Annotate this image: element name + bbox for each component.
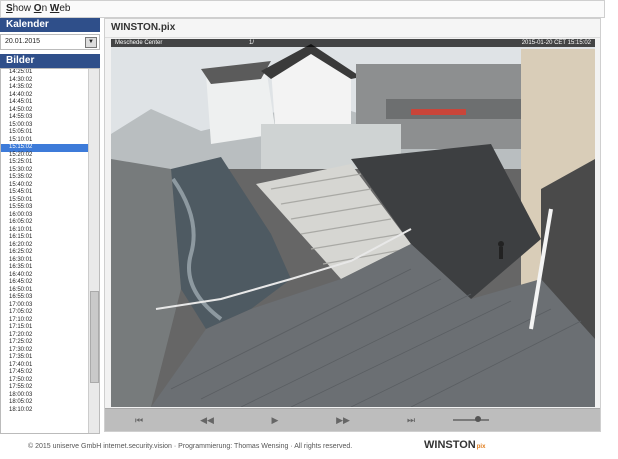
camera-timestamp: 2015-01-20 CET 15:15:02 <box>521 40 591 46</box>
time-list-item[interactable]: 15:40:02 <box>1 182 89 190</box>
time-list-item[interactable]: 14:55:03 <box>1 114 89 122</box>
app-title-bar: Show On Web <box>0 0 605 18</box>
time-list-item[interactable]: 14:35:02 <box>1 84 89 92</box>
brand-text-3: eb <box>59 3 71 14</box>
brand-text-2: n <box>41 3 50 14</box>
first-button[interactable]: ⏮ <box>129 413 149 427</box>
camera-overlay-bar: Meschede Center 1/ 2015-01-20 CET 15:15:… <box>111 39 595 47</box>
time-list-item[interactable]: 15:25:01 <box>1 159 89 167</box>
time-list-item[interactable]: 17:15:01 <box>1 324 89 332</box>
time-list-item[interactable]: 15:15:02 <box>1 144 89 152</box>
time-list-item[interactable]: 16:20:02 <box>1 242 89 250</box>
time-list-item[interactable]: 17:20:02 <box>1 332 89 340</box>
list-scrollbar[interactable] <box>88 69 99 433</box>
image-time-list[interactable]: 14:25:01 14:30:02 14:35:02 14:40:02 14:45:01… <box>0 68 100 434</box>
footer-copyright: © 2015 uniserve GmbH internet.security.v… <box>28 443 353 450</box>
time-list-item[interactable]: 14:30:02 <box>1 77 89 85</box>
viewer-panel: WINSTON.pix Meschede Center 1/ 2015-01-2… <box>104 18 601 432</box>
scrollbar-thumb[interactable] <box>90 291 99 383</box>
time-list-item[interactable]: 17:30:02 <box>1 347 89 355</box>
time-list-item[interactable]: 16:55:03 <box>1 294 89 302</box>
brand-initial-o: O <box>33 3 42 14</box>
time-list-item[interactable]: 16:15:01 <box>1 234 89 242</box>
time-list-item[interactable]: 15:35:02 <box>1 174 89 182</box>
time-list-item[interactable]: 18:05:02 <box>1 399 89 407</box>
time-list-item[interactable]: 16:45:02 <box>1 279 89 287</box>
time-list-item[interactable]: 16:40:02 <box>1 272 89 280</box>
logo-text: WINSTON <box>424 439 476 451</box>
time-list-item[interactable]: 16:05:02 <box>1 219 89 227</box>
time-list-item[interactable]: 17:45:02 <box>1 369 89 377</box>
speed-slider-track[interactable] <box>453 419 489 421</box>
winston-logo: WINSTONpix <box>424 439 485 451</box>
time-list-item[interactable]: 15:55:03 <box>1 204 89 212</box>
camera-index: 1/ <box>249 40 255 46</box>
time-list-item[interactable]: 17:10:02 <box>1 317 89 325</box>
time-list-item[interactable]: 15:45:01 <box>1 189 89 197</box>
time-list-item[interactable]: 17:25:02 <box>1 339 89 347</box>
time-list-item[interactable]: 14:50:02 <box>1 107 89 115</box>
time-list-item[interactable]: 17:05:02 <box>1 309 89 317</box>
time-list-item[interactable]: 15:05:01 <box>1 129 89 137</box>
calendar-header: Kalender <box>0 18 100 32</box>
time-list-item[interactable]: 14:25:01 <box>1 69 89 77</box>
time-list-item[interactable]: 18:10:02 <box>1 407 89 415</box>
time-list-item[interactable]: 16:10:01 <box>1 227 89 235</box>
forward-button[interactable]: ▶▶ <box>333 413 353 427</box>
playback-controls: ⏮ ◀◀ ▶ ▶▶ ⏭ <box>105 408 600 431</box>
time-list-item[interactable]: 14:40:02 <box>1 92 89 100</box>
time-list-item[interactable]: 15:50:01 <box>1 197 89 205</box>
brand-text-1: how <box>12 3 34 14</box>
time-list-item[interactable]: 16:35:01 <box>1 264 89 272</box>
time-list-item[interactable]: 14:45:01 <box>1 99 89 107</box>
viewer-title: WINSTON.pix <box>105 19 600 38</box>
chevron-down-icon[interactable]: ▼ <box>85 37 97 48</box>
speed-slider-knob[interactable] <box>475 416 481 422</box>
date-value: 20.01.2015 <box>5 38 41 45</box>
sidebar: Kalender 20.01.2015 ▼ Bilder 14:25:01 14:… <box>0 18 100 434</box>
webcam-scene <box>111 39 595 407</box>
logo-sub: pix <box>476 444 486 450</box>
time-list-item[interactable]: 15:10:01 <box>1 137 89 145</box>
time-list-item[interactable]: 17:35:01 <box>1 354 89 362</box>
time-list-item[interactable]: 15:30:02 <box>1 167 89 175</box>
time-list-item[interactable]: 18:00:03 <box>1 392 89 400</box>
time-list-item[interactable]: 16:25:02 <box>1 249 89 257</box>
play-button[interactable]: ▶ <box>265 413 285 427</box>
camera-image: Meschede Center 1/ 2015-01-20 CET 15:15:… <box>111 39 595 407</box>
time-list-item[interactable]: 17:50:02 <box>1 377 89 385</box>
time-list-item[interactable]: 16:00:03 <box>1 212 89 220</box>
time-list-item[interactable]: 17:40:01 <box>1 362 89 370</box>
camera-location: Meschede Center <box>115 40 163 46</box>
time-list-item[interactable]: 17:00:03 <box>1 302 89 310</box>
brand-initial-w: W <box>49 3 60 14</box>
brand-initial-s: S <box>6 3 13 14</box>
time-items: 14:25:01 14:30:02 14:35:02 14:40:02 14:45:01… <box>1 69 89 414</box>
last-button[interactable]: ⏭ <box>401 413 421 427</box>
date-select[interactable]: 20.01.2015 ▼ <box>0 34 100 50</box>
rewind-button[interactable]: ◀◀ <box>197 413 217 427</box>
time-list-item[interactable]: 16:30:01 <box>1 257 89 265</box>
time-list-item[interactable]: 16:50:01 <box>1 287 89 295</box>
time-list-item[interactable]: 17:55:02 <box>1 384 89 392</box>
images-header: Bilder <box>0 54 100 68</box>
time-list-item[interactable]: 15:20:02 <box>1 152 89 160</box>
time-list-item[interactable]: 15:00:03 <box>1 122 89 130</box>
